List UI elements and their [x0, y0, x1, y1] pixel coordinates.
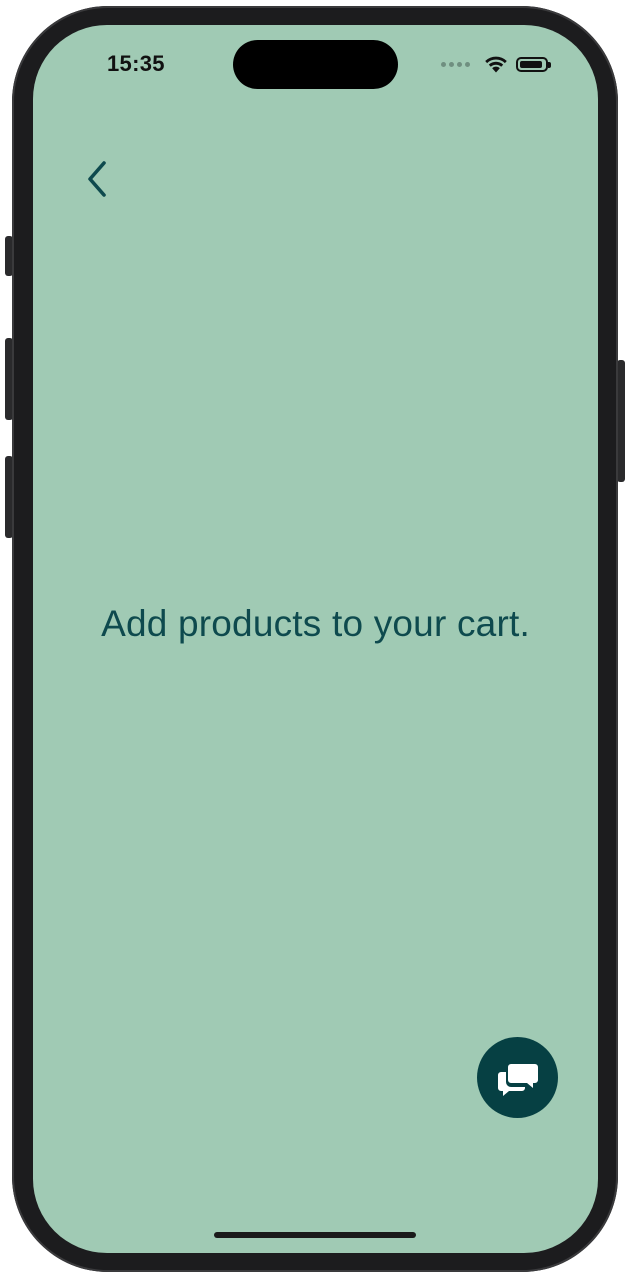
- status-icons: [441, 52, 551, 76]
- battery-icon: [516, 56, 551, 72]
- chat-button[interactable]: [477, 1037, 558, 1118]
- wifi-icon: [485, 56, 507, 73]
- power-button: [617, 360, 625, 482]
- back-button[interactable]: [75, 155, 119, 203]
- dynamic-island: [233, 40, 398, 89]
- chat-bubbles-icon: [497, 1063, 538, 1096]
- status-time: 15:35: [107, 51, 165, 76]
- chevron-left-icon: [88, 161, 106, 197]
- home-indicator[interactable]: [214, 1232, 416, 1238]
- signal-dots-icon: [441, 61, 470, 67]
- app-screen: 15:35 Add products to your cart.: [33, 25, 598, 1253]
- empty-cart-message: Add products to your cart.: [101, 603, 530, 644]
